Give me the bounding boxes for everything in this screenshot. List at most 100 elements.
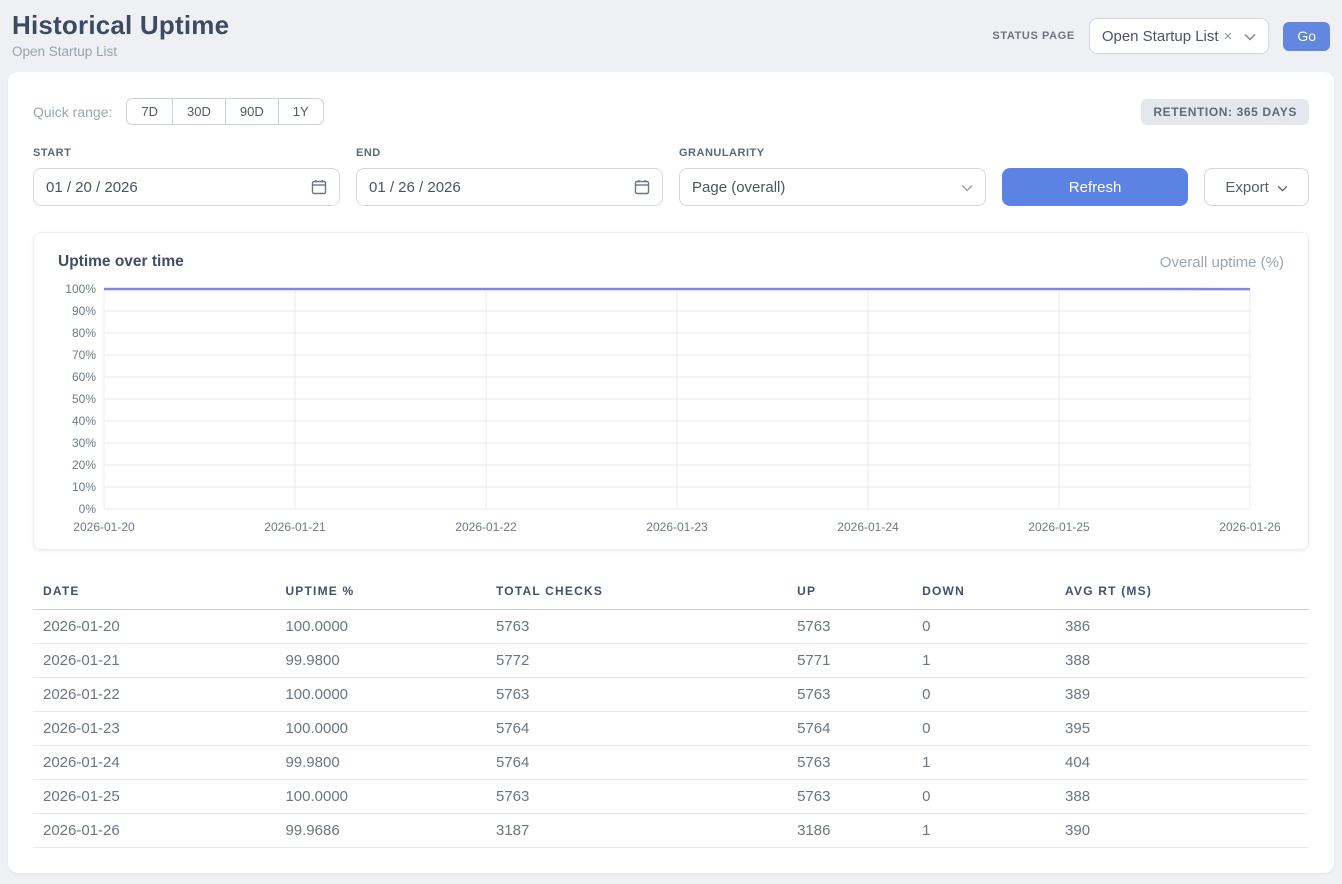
status-page-selected-value: Open Startup List [1102, 28, 1219, 45]
chevron-down-icon [1277, 179, 1288, 196]
x-axis-tick-label: 2026-01-21 [264, 520, 326, 534]
granularity-selected-value: Page (overall) [692, 179, 785, 196]
table-cell: 100.0000 [275, 610, 486, 644]
table-cell: 395 [1055, 712, 1309, 746]
table-column-header: AVG RT (MS) [1055, 578, 1309, 610]
end-date-input[interactable]: 01 / 26 / 2026 [356, 168, 663, 206]
table-cell: 99.9800 [275, 644, 486, 678]
table-cell: 388 [1055, 644, 1309, 678]
clear-icon[interactable]: × [1224, 28, 1233, 45]
quick-range-30d-button[interactable]: 30D [172, 98, 226, 125]
y-axis-tick-label: 30% [72, 436, 96, 450]
table-cell: 5772 [486, 644, 787, 678]
export-button[interactable]: Export [1204, 168, 1309, 206]
table-cell: 2026-01-22 [33, 678, 275, 712]
table-cell: 5771 [787, 644, 912, 678]
granularity-field: GRANULARITY Page (overall) [679, 147, 986, 206]
quick-range-1y-button[interactable]: 1Y [278, 98, 324, 125]
table-row: 2026-01-2699.9686318731861390 [33, 814, 1309, 848]
main-panel: Quick range: 7D 30D 90D 1Y RETENTION: 36… [8, 72, 1334, 873]
y-axis-tick-label: 60% [72, 370, 96, 384]
table-cell: 1 [912, 644, 1055, 678]
quick-range-90d-button[interactable]: 90D [225, 98, 279, 125]
uptime-table-body: 2026-01-20100.00005763576303862026-01-21… [33, 610, 1309, 848]
table-cell: 100.0000 [275, 780, 486, 814]
table-cell: 390 [1055, 814, 1309, 848]
uptime-table-head: DATEUPTIME %TOTAL CHECKSUPDOWNAVG RT (MS… [33, 578, 1309, 610]
table-cell: 1 [912, 814, 1055, 848]
table-cell: 389 [1055, 678, 1309, 712]
y-axis-tick-label: 50% [72, 392, 96, 406]
chart-title: Uptime over time [58, 253, 184, 271]
y-axis-tick-label: 90% [72, 304, 96, 318]
table-row: 2026-01-2499.9800576457631404 [33, 746, 1309, 780]
table-cell: 5763 [787, 610, 912, 644]
table-cell: 2026-01-24 [33, 746, 275, 780]
table-cell: 388 [1055, 780, 1309, 814]
table-cell: 0 [912, 678, 1055, 712]
end-date-value: 01 / 26 / 2026 [369, 179, 461, 196]
y-axis-tick-label: 70% [72, 348, 96, 362]
uptime-chart: 0%10%20%30%40%50%60%70%80%90%100%2026-01… [58, 279, 1285, 541]
table-row: 2026-01-23100.0000576457640395 [33, 712, 1309, 746]
y-axis-tick-label: 20% [72, 458, 96, 472]
table-column-header: DATE [33, 578, 275, 610]
chevron-down-icon [1244, 28, 1256, 45]
table-cell: 0 [912, 712, 1055, 746]
start-date-input[interactable]: 01 / 20 / 2026 [33, 168, 340, 206]
filter-form-row: START 01 / 20 / 2026 END 01 / 26 / 2026 … [33, 147, 1309, 206]
table-cell: 0 [912, 780, 1055, 814]
table-cell: 3186 [787, 814, 912, 848]
status-page-select[interactable]: Open Startup List × [1089, 18, 1270, 54]
chart-legend: Overall uptime (%) [1160, 254, 1284, 271]
table-row: 2026-01-2199.9800577257711388 [33, 644, 1309, 678]
table-cell: 5764 [787, 712, 912, 746]
calendar-icon[interactable] [634, 179, 650, 195]
table-cell: 5763 [787, 780, 912, 814]
table-column-header: DOWN [912, 578, 1055, 610]
table-cell: 5763 [787, 678, 912, 712]
page-title: Historical Uptime [12, 10, 229, 41]
table-cell: 5764 [486, 746, 787, 780]
status-page-label: STATUS PAGE [992, 30, 1074, 42]
table-cell: 5763 [486, 678, 787, 712]
table-column-header: UPTIME % [275, 578, 486, 610]
table-cell: 404 [1055, 746, 1309, 780]
table-cell: 3187 [486, 814, 787, 848]
uptime-table: DATEUPTIME %TOTAL CHECKSUPDOWNAVG RT (MS… [33, 578, 1309, 848]
table-cell: 2026-01-23 [33, 712, 275, 746]
quick-range-7d-button[interactable]: 7D [126, 98, 173, 125]
x-axis-tick-label: 2026-01-22 [455, 520, 517, 534]
granularity-select[interactable]: Page (overall) [679, 168, 986, 206]
x-axis-tick-label: 2026-01-26 [1219, 520, 1281, 534]
chart-header: Uptime over time Overall uptime (%) [58, 253, 1284, 271]
quick-range-group: 7D 30D 90D 1Y [126, 98, 323, 125]
page-header: Historical Uptime Open Startup List STAT… [0, 0, 1342, 72]
x-axis-tick-label: 2026-01-25 [1028, 520, 1090, 534]
table-cell: 2026-01-25 [33, 780, 275, 814]
table-cell: 1 [912, 746, 1055, 780]
table-cell: 386 [1055, 610, 1309, 644]
y-axis-tick-label: 100% [65, 282, 96, 296]
table-cell: 5763 [486, 780, 787, 814]
refresh-button[interactable]: Refresh [1002, 168, 1188, 206]
table-cell: 99.9800 [275, 746, 486, 780]
y-axis-tick-label: 0% [79, 502, 97, 516]
start-date-field: START 01 / 20 / 2026 [33, 147, 340, 206]
calendar-icon[interactable] [311, 179, 327, 195]
table-cell: 100.0000 [275, 678, 486, 712]
table-cell: 100.0000 [275, 712, 486, 746]
go-button[interactable]: Go [1283, 22, 1330, 51]
uptime-chart-card: Uptime over time Overall uptime (%) 0% 10… [33, 232, 1309, 550]
start-date-value: 01 / 20 / 2026 [46, 179, 138, 196]
page-subtitle: Open Startup List [12, 44, 229, 59]
header-controls: STATUS PAGE Open Startup List × Go [992, 18, 1330, 54]
table-column-header: UP [787, 578, 912, 610]
table-row: 2026-01-25100.0000576357630388 [33, 780, 1309, 814]
table-cell: 2026-01-21 [33, 644, 275, 678]
granularity-label: GRANULARITY [679, 147, 986, 159]
export-button-label: Export [1225, 179, 1268, 196]
y-axis-tick-label: 10% [72, 480, 96, 494]
chevron-down-icon [961, 179, 973, 196]
table-cell: 99.9686 [275, 814, 486, 848]
